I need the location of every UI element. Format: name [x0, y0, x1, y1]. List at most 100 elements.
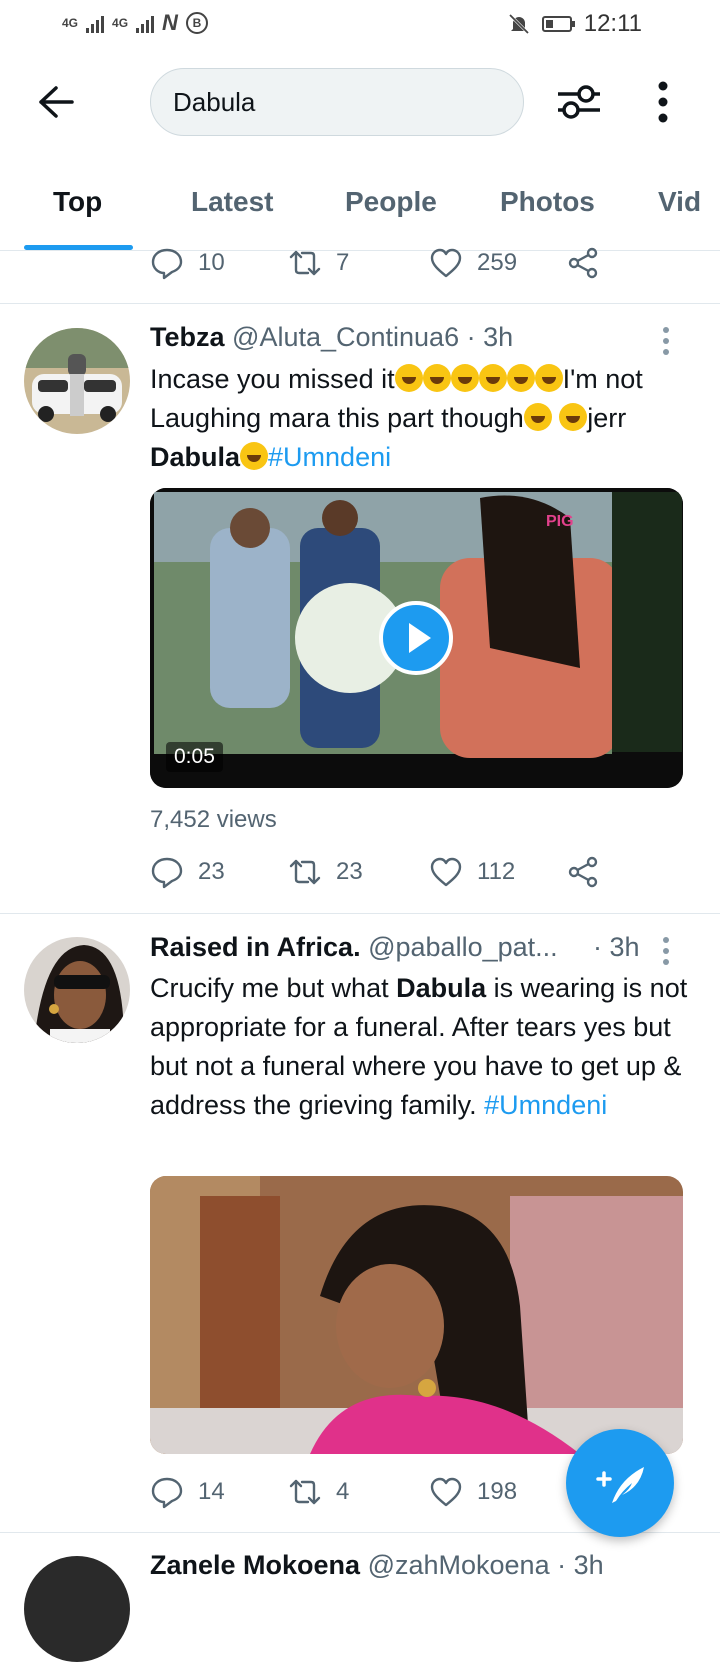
avatar-image	[24, 328, 130, 434]
hashtag-link[interactable]: #Umndeni	[484, 1090, 607, 1120]
search-input[interactable]: Dabula	[150, 68, 524, 136]
laughing-emoji-icon	[394, 364, 423, 392]
svg-text:PIG: PIG	[546, 513, 574, 530]
tweet-time: · 3h	[593, 932, 640, 962]
divider	[0, 913, 720, 914]
play-icon	[409, 623, 431, 653]
laughing-emoji-icon	[478, 364, 507, 392]
display-name[interactable]: Zanele Mokoena	[150, 1550, 360, 1580]
avatar[interactable]	[24, 1556, 130, 1662]
tweet-photo	[150, 1176, 683, 1454]
like-button[interactable]: 198	[429, 1475, 517, 1509]
retweet-count: 7	[336, 249, 350, 276]
reply-count: 10	[198, 249, 225, 276]
reply-button[interactable]: 10	[150, 246, 225, 280]
more-options-icon[interactable]	[650, 80, 676, 124]
tab-top[interactable]: Top	[53, 186, 102, 218]
tweet-actions: 10 7 259	[150, 246, 630, 286]
network-type-2: 4G	[112, 16, 129, 30]
tweet-header: Zanele Mokoena @zahMokoena · 3h	[150, 1550, 690, 1581]
heart-icon	[430, 1477, 462, 1507]
laughing-emoji-icon	[422, 364, 451, 392]
user-handle[interactable]: @paballo_pat...	[368, 932, 558, 962]
share-button[interactable]	[566, 855, 600, 889]
retweet-button[interactable]: 7	[288, 246, 349, 280]
like-button[interactable]: 112	[429, 855, 515, 889]
display-name[interactable]: Tebza	[150, 322, 225, 352]
clock: 12:11	[583, 10, 642, 37]
laughing-emoji-icon	[523, 403, 552, 431]
signal-icon	[136, 13, 155, 33]
retweet-icon	[289, 859, 321, 885]
avatar[interactable]	[24, 937, 130, 1043]
reply-icon	[151, 857, 183, 889]
reply-icon	[151, 248, 183, 280]
active-tab-indicator	[24, 245, 133, 250]
retweet-icon	[289, 250, 321, 276]
divider	[0, 303, 720, 304]
heart-icon	[430, 248, 462, 278]
filter-settings-icon[interactable]	[556, 80, 602, 124]
share-icon	[568, 856, 598, 888]
signal-icon	[86, 13, 105, 33]
tweet-text: Incase you missed it I'm not Laughing mar…	[150, 364, 643, 472]
tweet-time: · 3h	[557, 1550, 604, 1580]
b-badge-icon: B	[185, 12, 208, 34]
video-duration: 0:05	[166, 742, 223, 772]
user-handle[interactable]: @Aluta_Continua6	[232, 322, 459, 352]
avatar-image	[24, 1556, 130, 1662]
laughing-emoji-icon	[450, 364, 479, 392]
share-icon	[568, 247, 598, 279]
retweet-icon	[289, 1479, 321, 1505]
tab-videos[interactable]: Vid	[658, 186, 701, 218]
video-player[interactable]: PIG 0:05	[150, 488, 683, 788]
tweet-more-icon[interactable]	[658, 326, 674, 356]
tweet-header: Raised in Africa. @paballo_pat... · 3h	[150, 932, 690, 963]
tab-photos[interactable]: Photos	[500, 186, 595, 218]
network-type-1: 4G	[62, 16, 79, 30]
retweet-button[interactable]: 4	[288, 1475, 349, 1509]
mute-bell-icon	[508, 13, 529, 35]
status-bar: 4G 4G N B 12:11	[0, 0, 720, 50]
tab-people[interactable]: People	[345, 186, 437, 218]
battery-icon	[541, 16, 575, 32]
avatar-image	[24, 937, 130, 1043]
like-count: 112	[477, 858, 516, 885]
tweet-image[interactable]	[150, 1176, 683, 1454]
app-n-icon: N	[162, 10, 178, 35]
retweet-count: 23	[336, 858, 363, 885]
display-name[interactable]: Raised in Africa.	[150, 932, 361, 962]
like-count: 259	[477, 249, 518, 276]
tweet-text: Crucify me but what Dabula is wearing is…	[150, 973, 688, 1120]
user-handle[interactable]: @zahMokoena	[368, 1550, 550, 1580]
hashtag-link[interactable]: #Umndeni	[268, 442, 391, 472]
laughing-emoji-icon	[240, 442, 269, 470]
retweet-count: 4	[336, 1478, 350, 1505]
laughing-emoji-icon	[506, 364, 535, 392]
heart-icon	[430, 857, 462, 887]
play-button[interactable]	[379, 601, 453, 675]
compose-tweet-button[interactable]	[566, 1429, 674, 1537]
avatar[interactable]	[24, 328, 130, 434]
reply-button[interactable]: 14	[150, 1475, 225, 1509]
tweet-actions: 14 4 198	[150, 1475, 630, 1515]
tab-latest[interactable]: Latest	[191, 186, 273, 218]
search-tabs: Top Latest People Photos Vid	[0, 170, 720, 251]
tweet-time: · 3h	[466, 322, 514, 352]
tweet-more-icon[interactable]	[658, 936, 674, 966]
like-count: 198	[477, 1478, 518, 1505]
back-arrow-icon[interactable]	[36, 84, 76, 120]
compose-feather-icon	[596, 1467, 644, 1503]
search-header: Dabula	[0, 66, 720, 138]
reply-icon	[151, 1477, 183, 1509]
retweet-button[interactable]: 23	[288, 855, 363, 889]
tweet-actions: 23 23 112	[150, 855, 630, 895]
laughing-emoji-icon	[534, 364, 563, 392]
view-count: 7,452 views	[150, 806, 277, 833]
reply-count: 23	[198, 858, 225, 885]
reply-button[interactable]: 23	[150, 855, 225, 889]
share-button[interactable]	[566, 246, 600, 280]
like-button[interactable]: 259	[429, 246, 517, 280]
laughing-emoji-icon	[559, 403, 588, 431]
reply-count: 14	[198, 1478, 225, 1505]
